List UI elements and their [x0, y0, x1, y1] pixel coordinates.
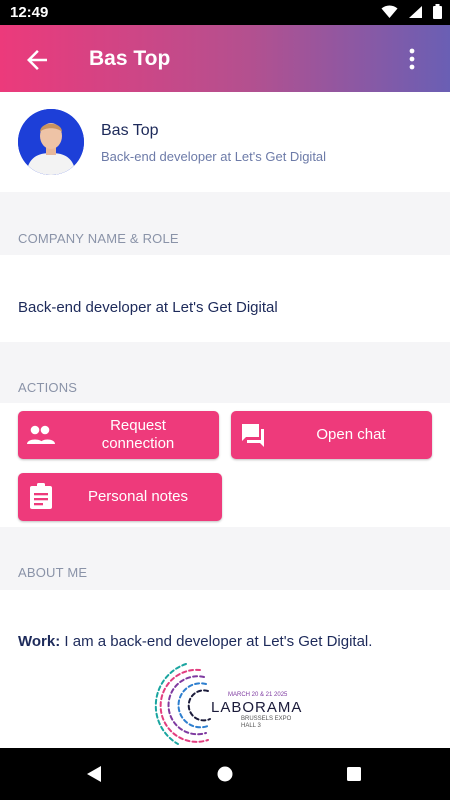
about-card: Work: I am a back-end developer at Let's… [0, 590, 450, 658]
section-label-company: COMPANY NAME & ROLE [18, 231, 179, 246]
signal-icon [409, 5, 422, 18]
actions-area: Request connection Open chat Personal no… [0, 403, 450, 527]
profile-subtitle: Back-end developer at Let's Get Digital [101, 149, 327, 164]
nav-recents-icon[interactable] [346, 766, 362, 782]
company-role-text: Back-end developer at Let's Get Digital [18, 299, 278, 316]
work-description: I am a back-end developer at Let's Get D… [60, 633, 373, 650]
svg-text:BRUSSELS EXPO: BRUSSELS EXPO [241, 716, 292, 722]
profile-name: Bas Top [101, 122, 159, 139]
page-title: Bas Top [89, 47, 171, 70]
request-connection-label: Request connection [101, 417, 175, 452]
app-bar: Bas Top [0, 25, 450, 92]
svg-text:MARCH 20 & 21 2025: MARCH 20 & 21 2025 [228, 692, 288, 698]
nav-home-icon[interactable] [217, 766, 233, 782]
open-chat-label: Open chat [316, 426, 386, 443]
people-icon [27, 425, 55, 444]
work-label: Work: [18, 633, 61, 650]
about-work-text: Work: I am a back-end developer at Let's… [18, 633, 372, 650]
personal-notes-label: Personal notes [87, 488, 189, 505]
open-chat-button[interactable]: Open chat [231, 411, 432, 459]
battery-icon [433, 4, 442, 19]
sponsor-banner[interactable]: MARCH 20 & 21 2025 LABORAMA BRUSSELS EXP… [0, 658, 450, 748]
status-time: 12:49 [10, 4, 49, 21]
company-card: Back-end developer at Let's Get Digital [0, 255, 450, 342]
avatar [18, 109, 84, 175]
chat-icon [242, 424, 264, 447]
arrow-back-icon[interactable] [22, 45, 52, 75]
nav-back-icon[interactable] [86, 765, 102, 783]
request-connection-button[interactable]: Request connection [18, 411, 219, 459]
section-label-about: ABOUT ME [18, 565, 88, 580]
personal-notes-button[interactable]: Personal notes [18, 473, 222, 521]
svg-text:HALL 3: HALL 3 [241, 723, 261, 729]
system-nav-bar [0, 748, 450, 800]
laborama-logo: MARCH 20 & 21 2025 LABORAMA BRUSSELS EXP… [154, 663, 302, 745]
wifi-icon [381, 4, 398, 18]
svg-text:LABORAMA: LABORAMA [211, 699, 302, 716]
more-vertical-icon[interactable] [400, 45, 424, 73]
profile-header: Bas Top Back-end developer at Let's Get … [0, 92, 450, 192]
status-bar: 12:49 [0, 0, 450, 25]
section-label-actions: ACTIONS [18, 380, 78, 395]
clipboard-icon [30, 483, 52, 509]
